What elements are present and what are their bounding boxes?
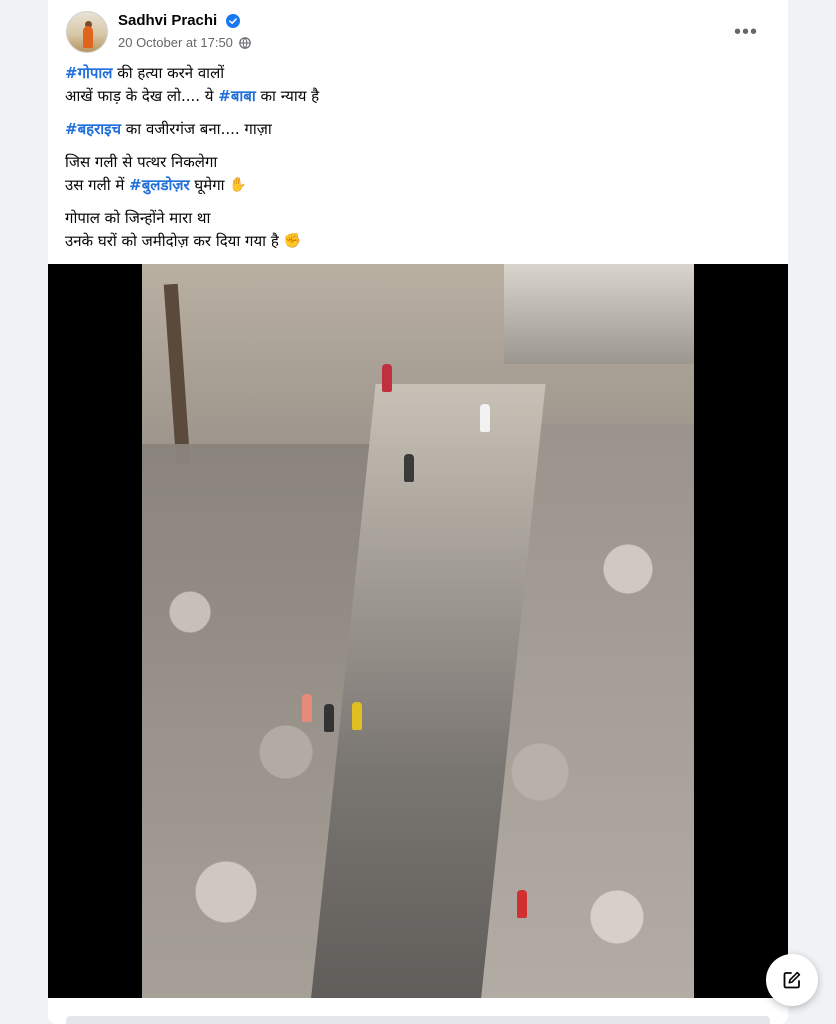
post-text-segment: जिस गली से पत्थर निकलेगा	[65, 153, 218, 171]
video-person-shape	[517, 890, 527, 918]
post-text-segment: गोपाल को जिन्होंने मारा था	[65, 209, 211, 227]
video-person-shape	[404, 454, 414, 482]
post-text-segment: का वजीरगंज बना.... गाज़ा	[121, 120, 272, 138]
post-text-segment: उस गली में	[65, 176, 130, 194]
more-options-button[interactable]: •••	[730, 16, 762, 48]
post-header: Sadhvi Prachi 20 October at 17:50 •••	[64, 10, 772, 54]
post-text-segment: घूमेगा	[189, 176, 230, 194]
post-text: #गोपाल की हत्या करने वालों आखें फाड़ के …	[65, 62, 765, 263]
video-person-shape	[302, 694, 312, 722]
post-paragraph-2: #बहराइच का वजीरगंज बना.... गाज़ा	[65, 118, 765, 141]
video-building-shape	[504, 264, 694, 364]
post-text-segment: आखें फाड़ के देख लो.... ये	[65, 87, 219, 105]
next-post-edge	[66, 1016, 770, 1024]
verified-badge-icon	[225, 13, 240, 28]
raised-hand-emoji: ✋	[229, 177, 247, 193]
compose-edit-icon	[783, 971, 801, 989]
post-timestamp[interactable]: 20 October at 17:50	[118, 35, 233, 50]
raised-fist-emoji: ✊	[283, 233, 301, 249]
hashtag-bulldozer[interactable]: #बुलडोज़र	[129, 176, 189, 194]
video-frame[interactable]	[142, 264, 694, 998]
video-person-shape	[382, 364, 392, 392]
video-person-shape	[352, 702, 362, 730]
post-meta: 20 October at 17:50	[118, 35, 251, 50]
post-text-segment: का न्याय है	[255, 87, 320, 105]
post-text-segment: की हत्या करने वालों	[112, 64, 225, 82]
post-video-player[interactable]	[48, 264, 788, 998]
avatar-figure-shape	[83, 26, 93, 48]
video-tree-shape	[163, 283, 191, 465]
globe-icon	[239, 36, 251, 49]
author-avatar[interactable]	[66, 11, 108, 53]
post-paragraph-1: #गोपाल की हत्या करने वालों आखें फाड़ के …	[65, 62, 765, 108]
compose-button[interactable]	[766, 954, 818, 1006]
post-text-segment: उनके घरों को जमीदोज़ कर दिया गया है	[65, 232, 284, 250]
more-options-icon: •••	[733, 21, 758, 43]
hashtag-baba[interactable]: #बाबा	[218, 87, 255, 105]
video-person-shape	[324, 704, 334, 732]
hashtag-gopal[interactable]: #गोपाल	[65, 64, 112, 82]
post-card: Sadhvi Prachi 20 October at 17:50 ••• #ग…	[48, 0, 788, 1024]
author-name[interactable]: Sadhvi Prachi	[118, 12, 217, 29]
post-paragraph-4: गोपाल को जिन्होंने मारा था उनके घरों को …	[65, 207, 765, 253]
post-paragraph-3: जिस गली से पत्थर निकलेगा उस गली में #बुल…	[65, 151, 765, 197]
author-block: Sadhvi Prachi 20 October at 17:50	[118, 12, 251, 50]
hashtag-bahraich[interactable]: #बहराइच	[65, 120, 121, 138]
video-person-shape	[480, 404, 490, 432]
